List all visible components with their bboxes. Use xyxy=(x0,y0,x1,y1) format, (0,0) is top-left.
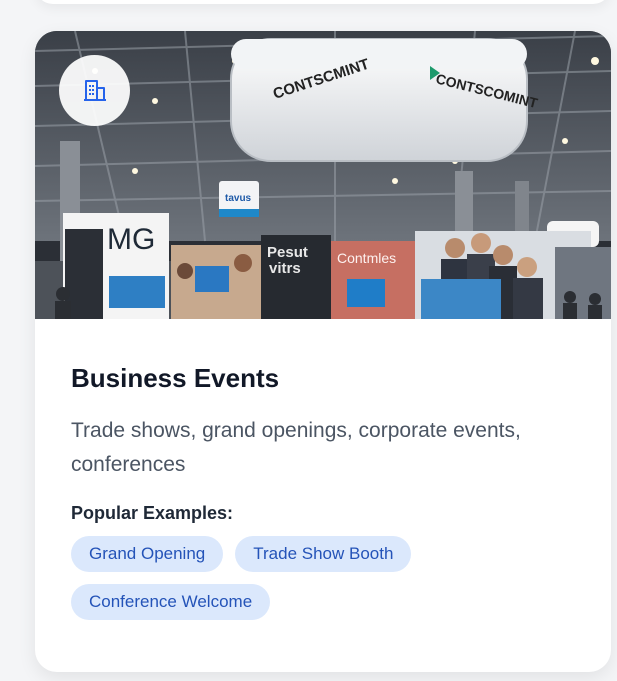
card-title: Business Events xyxy=(71,363,280,393)
building-icon xyxy=(81,77,109,105)
building-icon-badge xyxy=(59,55,130,126)
svg-text:tavus: tavus xyxy=(225,193,252,204)
business-events-card[interactable]: CONTSCMINT CONTSCOMINT tavus Contre MG xyxy=(35,31,611,672)
example-chip-grand-opening[interactable]: Grand Opening xyxy=(71,536,224,572)
example-chip-conference-welcome[interactable]: Conference Welcome xyxy=(71,584,271,620)
trade-show-photo: CONTSCMINT CONTSCOMINT tavus Contre MG xyxy=(35,31,611,319)
card-content: Business Events Trade shows, grand openi… xyxy=(71,319,581,620)
example-chip-trade-show-booth[interactable]: Trade Show Booth xyxy=(235,536,412,572)
previous-card-edge xyxy=(35,0,611,4)
svg-text:MG: MG xyxy=(107,223,155,256)
card-description: Trade shows, grand openings, corporate e… xyxy=(71,419,521,476)
svg-text:Pesut: Pesut xyxy=(267,244,308,261)
examples-label: Popular Examples: xyxy=(71,503,234,523)
svg-text:vitrs: vitrs xyxy=(269,260,301,277)
svg-text:Contmles: Contmles xyxy=(337,250,396,266)
examples-chip-list: Grand Opening Trade Show Booth Conferenc… xyxy=(71,536,491,620)
